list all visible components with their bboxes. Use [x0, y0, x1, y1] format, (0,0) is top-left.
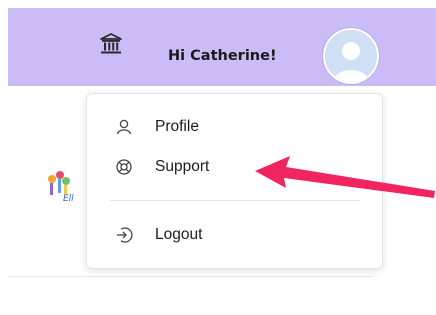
- avatar-silhouette-icon: [325, 30, 377, 82]
- content-divider: [8, 276, 373, 277]
- support-icon: [116, 159, 132, 175]
- user-icon: [116, 119, 132, 135]
- menu-item-label: Support: [155, 158, 210, 175]
- logout-icon: [117, 227, 133, 243]
- app-logo-text: Ell: [63, 194, 74, 204]
- annotation-arrow: [255, 156, 435, 198]
- menu-item-label: Profile: [155, 118, 199, 135]
- menu-item-label: Logout: [155, 226, 203, 243]
- page: Hi Catherine! Ell Profile Support Logout: [0, 0, 436, 315]
- user-avatar-icon[interactable]: [323, 28, 379, 84]
- menu-item-profile[interactable]: Profile: [87, 112, 382, 142]
- menu-separator: [110, 200, 360, 201]
- bank-icon[interactable]: [100, 33, 122, 55]
- greeting-text: Hi Catherine!: [168, 48, 277, 64]
- menu-item-logout[interactable]: Logout: [87, 220, 382, 250]
- top-bar: Hi Catherine!: [8, 8, 436, 86]
